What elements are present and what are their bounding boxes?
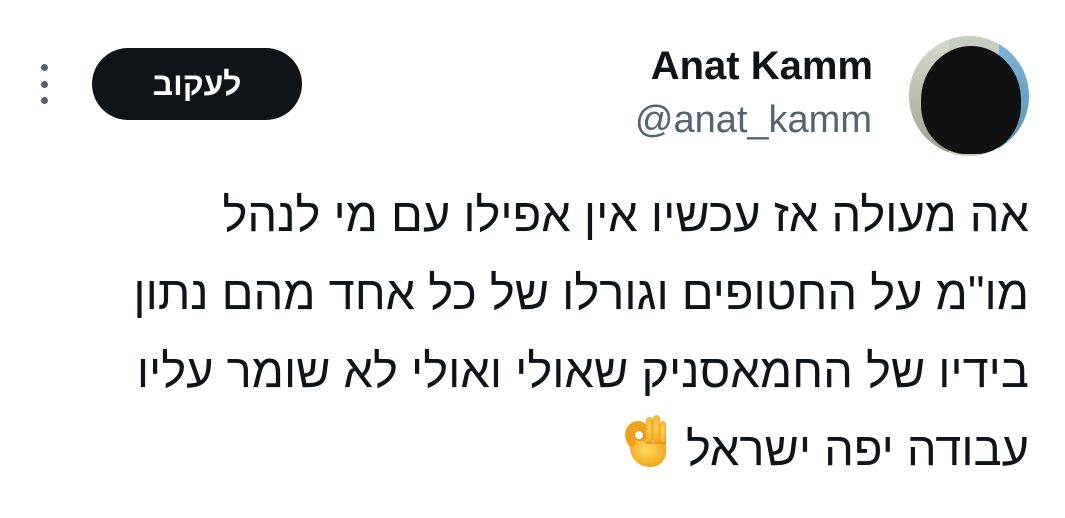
more-options-dot <box>40 64 48 71</box>
tweet-line: אה מעולה אז עכשיו אין אפילו עם מי לנהל <box>222 188 1029 241</box>
avatar-redaction <box>921 46 1021 154</box>
author-display-name[interactable]: Anat Kamm <box>651 40 873 92</box>
tweet-line: מו"מ על החטופים וגורלו של כל אחד מהם נתו… <box>133 266 1029 319</box>
more-options-dot <box>40 97 48 104</box>
tweet-line-text: עבודה יפה ישראל <box>685 422 1029 475</box>
ok-hand-icon <box>622 413 670 492</box>
avatar[interactable] <box>909 36 1029 156</box>
tweet-text: אה מעולה אז עכשיו אין אפילו עם מי לנהל מ… <box>29 176 1029 492</box>
follow-button[interactable]: לעקוב <box>92 48 302 120</box>
author-handle[interactable]: @anat_kamm <box>635 96 872 144</box>
tweet-line-last: עבודה יפה ישראל <box>29 410 1029 492</box>
more-options-icon[interactable] <box>36 64 52 104</box>
tweet-line: בידיו של החמאסניק שאולי ואולי לא שומר על… <box>136 344 1029 397</box>
more-options-dot <box>40 80 48 88</box>
